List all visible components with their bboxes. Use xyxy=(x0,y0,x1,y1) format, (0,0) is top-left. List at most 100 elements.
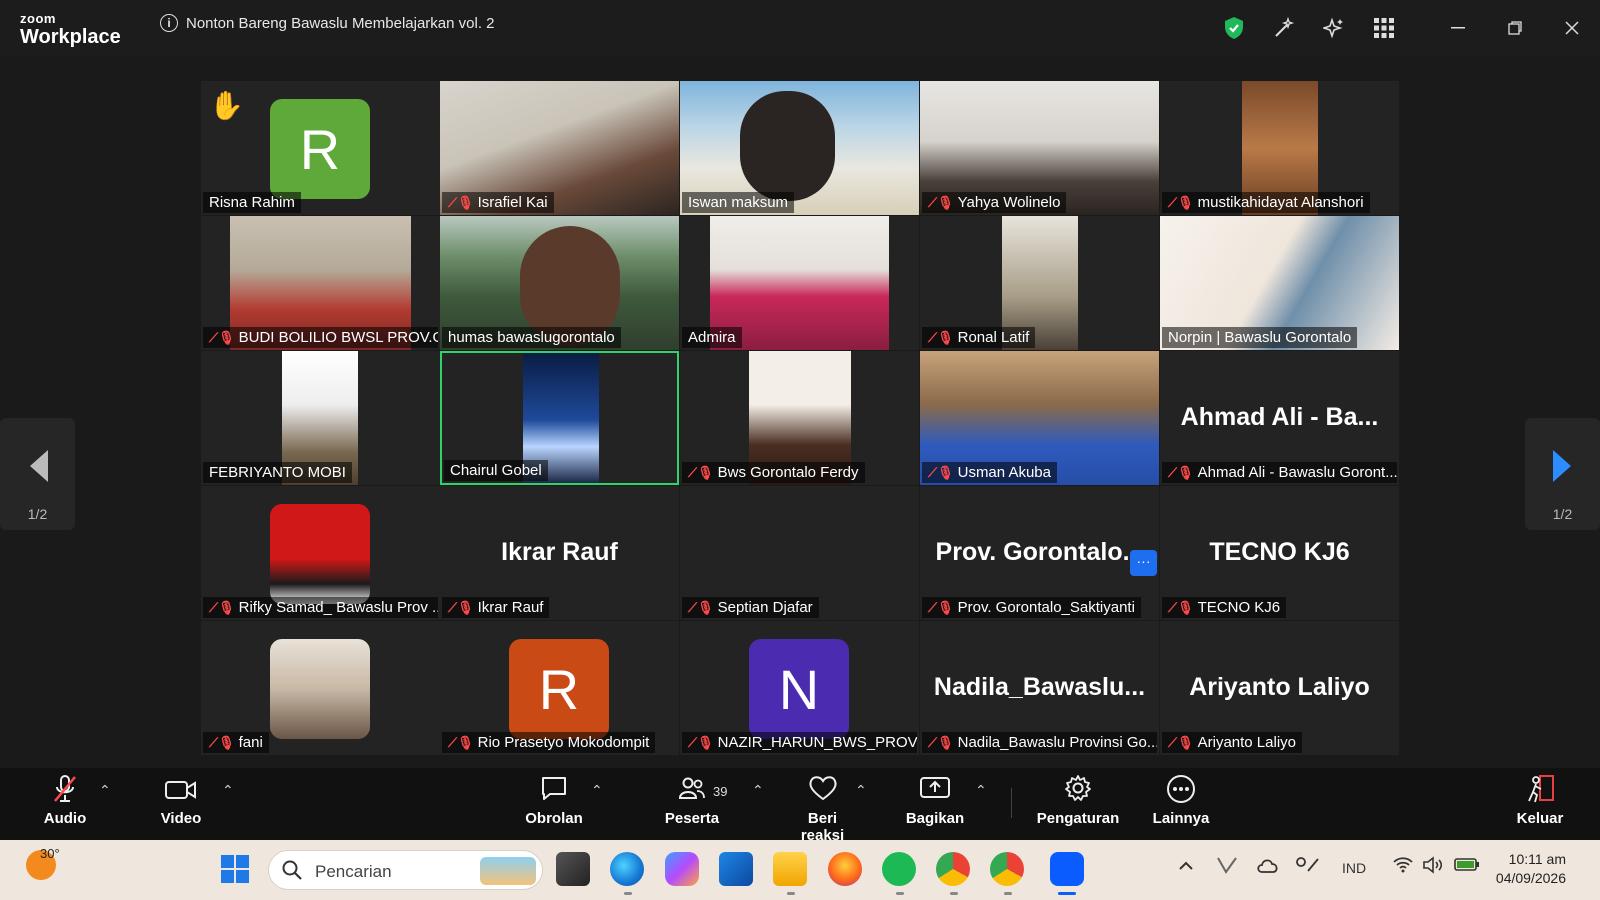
participant-tile[interactable]: R ⟋🎙 Rio Prasetyo Mokodompit xyxy=(440,621,679,755)
participant-tile[interactable]: ⟋🎙 Septian Djafar xyxy=(680,486,919,620)
leave-button[interactable]: Keluar xyxy=(1510,774,1570,827)
participant-tile[interactable]: FEBRIYANTO MOBI xyxy=(201,351,440,485)
participants-button[interactable]: Peserta xyxy=(660,774,724,827)
chat-button[interactable]: Obrolan xyxy=(519,774,589,827)
copilot-icon[interactable] xyxy=(665,852,699,886)
participant-tile[interactable]: humas bawaslugorontalo xyxy=(440,216,679,350)
file-explorer-icon[interactable] xyxy=(773,852,807,886)
apps-grid-icon[interactable] xyxy=(1359,0,1409,56)
video-options-caret-icon[interactable]: ⌃ xyxy=(222,782,234,799)
participant-name-label: FEBRIYANTO MOBI xyxy=(209,464,346,481)
tray-overflow-chevron-icon[interactable] xyxy=(1178,856,1194,876)
mic-muted-icon: ⟋🎙 xyxy=(1168,464,1194,480)
participant-name-label: BUDI BOLILIO BWSL PROV.G... xyxy=(238,329,438,346)
battery-charging-icon[interactable] xyxy=(1454,856,1480,877)
audio-button[interactable]: Audio xyxy=(40,774,90,827)
audio-options-caret-icon[interactable]: ⌃ xyxy=(99,782,111,799)
participant-name: Chairul Gobel xyxy=(444,460,548,481)
restore-button[interactable] xyxy=(1486,0,1543,56)
tile-more-options-button[interactable]: ··· xyxy=(1130,550,1157,576)
reactions-options-caret-icon[interactable]: ⌃ xyxy=(855,782,867,799)
participants-options-caret-icon[interactable]: ⌃ xyxy=(752,782,764,799)
page-indicator: 1/2 xyxy=(1552,506,1573,522)
magic-wand-icon[interactable] xyxy=(1259,0,1309,56)
settings-button[interactable]: Pengaturan xyxy=(1036,774,1120,827)
participant-name: ⟋🎙 Septian Djafar xyxy=(682,597,819,618)
mic-muted-icon: ⟋🎙 xyxy=(928,329,954,345)
next-page-button[interactable]: 1/2 xyxy=(1525,418,1600,530)
ai-sparkle-icon[interactable] xyxy=(1309,0,1359,56)
share-button[interactable]: Bagikan xyxy=(905,774,965,827)
meeting-info[interactable]: i Nonton Bareng Bawaslu Membelajarkan vo… xyxy=(160,14,495,32)
system-clock[interactable]: 10:11 am 04/09/2026 xyxy=(1496,850,1566,888)
wifi-icon[interactable] xyxy=(1392,856,1414,879)
input-language[interactable]: IND xyxy=(1342,860,1366,876)
search-icon xyxy=(281,859,303,887)
chrome-profile-icon[interactable] xyxy=(990,852,1024,886)
close-button[interactable] xyxy=(1543,0,1600,56)
video-camera-icon xyxy=(156,774,206,810)
tray-app-icon[interactable] xyxy=(1216,856,1238,879)
participant-name: ⟋🎙 Prov. Gorontalo_Saktiyanti xyxy=(922,597,1141,618)
participant-name-label: Ahmad Ali - Bawaslu Goront... xyxy=(1197,464,1397,481)
participant-tile[interactable]: Norpin | Bawaslu Gorontalo xyxy=(1160,216,1399,350)
participant-tile[interactable]: ⟋🎙 Usman Akuba xyxy=(920,351,1159,485)
taskbar-search[interactable]: Pencarian xyxy=(268,850,543,890)
minimize-button[interactable] xyxy=(1429,0,1486,56)
zoom-taskbar-icon[interactable] xyxy=(1050,852,1084,886)
firefox-icon[interactable] xyxy=(828,852,862,886)
participant-tile[interactable]: N ⟋🎙 NAZIR_HARUN_BWS_PROV. ... xyxy=(680,621,919,755)
share-options-caret-icon[interactable]: ⌃ xyxy=(975,782,987,799)
running-indicator xyxy=(624,892,632,895)
participant-tile[interactable]: TECNO KJ6 ⟋🎙 TECNO KJ6 xyxy=(1160,486,1399,620)
title-bar-actions xyxy=(1209,0,1600,56)
participant-tile[interactable]: Ahmad Ali - Ba... ⟋🎙 Ahmad Ali - Bawaslu … xyxy=(1160,351,1399,485)
volume-icon[interactable] xyxy=(1422,856,1444,879)
participant-tile[interactable]: Nadila_Bawaslu... ⟋🎙 Nadila_Bawaslu Provi… xyxy=(920,621,1159,755)
participant-tile[interactable]: ⟋🎙 Bws Gorontalo Ferdy xyxy=(680,351,919,485)
running-indicator xyxy=(950,892,958,895)
participant-name-label: Ikrar Rauf xyxy=(477,599,544,616)
video-button[interactable]: Video xyxy=(156,774,206,827)
participant-name: ⟋🎙 Nadila_Bawaslu Provinsi Go... xyxy=(922,732,1157,753)
participant-name: ⟋🎙 Ariyanto Laliyo xyxy=(1162,732,1302,753)
onedrive-cloud-icon[interactable] xyxy=(1256,856,1280,879)
security-shield-icon[interactable] xyxy=(1209,0,1259,56)
participant-tile[interactable]: ⟋🎙 BUDI BOLILIO BWSL PROV.G... xyxy=(201,216,440,350)
participant-tile[interactable]: ⟋🎙 mustikahidayat Alanshori xyxy=(1160,81,1399,215)
more-dots-icon xyxy=(1152,774,1210,810)
video-label: Video xyxy=(160,810,202,827)
reactions-button[interactable]: Beri reaksi xyxy=(785,774,860,844)
info-icon[interactable]: i xyxy=(160,14,178,32)
participant-tile[interactable]: Iswan maksum xyxy=(680,81,919,215)
raised-hand-icon: ✋ xyxy=(209,90,244,121)
participant-tile-active-speaker[interactable]: Chairul Gobel xyxy=(440,351,679,485)
participant-tile[interactable]: ⟋🎙 Ronal Latif xyxy=(920,216,1159,350)
arrow-left-icon xyxy=(0,448,75,492)
participant-display-name: TECNO KJ6 xyxy=(1209,538,1350,566)
participant-display-name: Ahmad Ali - Ba... xyxy=(1180,403,1379,431)
edge-browser-icon[interactable] xyxy=(610,852,644,886)
prev-page-button[interactable]: 1/2 xyxy=(0,418,75,530)
participants-count-badge: 39 xyxy=(713,784,728,799)
task-view-icon[interactable] xyxy=(556,852,590,886)
meeting-toolbar: Audio ⌃ Video ⌃ Obrolan ⌃ Peserta 39 ⌃ B… xyxy=(0,768,1600,844)
store-icon[interactable] xyxy=(719,852,753,886)
participant-tile[interactable]: Ariyanto Laliyo ⟋🎙 Ariyanto Laliyo xyxy=(1160,621,1399,755)
participant-tile[interactable]: Admira xyxy=(680,216,919,350)
participant-tile[interactable]: ✋ R Risna Rahim xyxy=(201,81,440,215)
spotify-icon[interactable] xyxy=(882,852,916,886)
participant-tile[interactable]: Prov. Gorontalo... ⟋🎙 Prov. Gorontalo_Sak… xyxy=(920,486,1159,620)
location-pen-icon[interactable] xyxy=(1294,856,1320,879)
participant-name: Risna Rahim xyxy=(203,192,301,213)
chat-options-caret-icon[interactable]: ⌃ xyxy=(591,782,603,799)
participant-tile[interactable]: ⟋🎙 Israfiel Kai xyxy=(440,81,679,215)
participant-name-label: Admira xyxy=(688,329,736,346)
more-button[interactable]: Lainnya xyxy=(1152,774,1210,827)
participant-tile[interactable]: ⟋🎙 fani xyxy=(201,621,440,755)
chrome-icon[interactable] xyxy=(936,852,970,886)
participant-tile[interactable]: Ikrar Rauf ⟋🎙 Ikrar Rauf xyxy=(440,486,679,620)
start-windows-icon[interactable] xyxy=(220,854,250,889)
participant-tile[interactable]: ⟋🎙 Yahya Wolinelo xyxy=(920,81,1159,215)
participant-tile[interactable]: ⟋🎙 Rifky Samad_ Bawaslu Prov ... xyxy=(201,486,440,620)
